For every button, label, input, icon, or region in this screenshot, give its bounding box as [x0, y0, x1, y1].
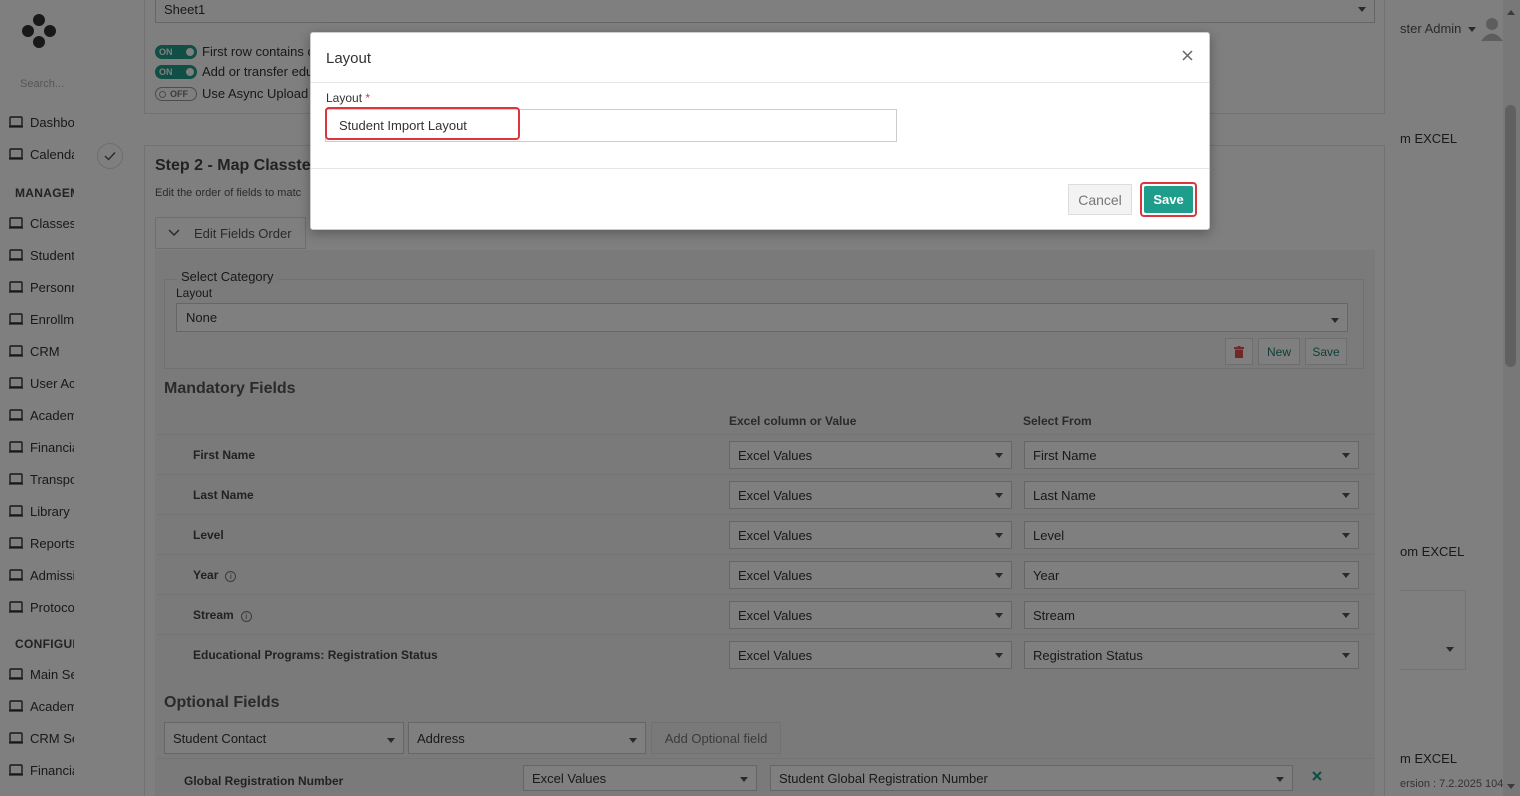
save-button[interactable]: Save: [1144, 186, 1193, 213]
close-icon[interactable]: [1182, 50, 1193, 61]
required-mark: *: [365, 91, 371, 105]
layout-modal: Layout Layout * Student Import Layout Ca…: [310, 32, 1210, 230]
save-button-highlight: Save: [1140, 182, 1197, 217]
layout-name-value[interactable]: Student Import Layout: [339, 118, 467, 133]
modal-field-label: Layout *: [326, 91, 370, 105]
layout-label-text: Layout: [326, 91, 363, 105]
modal-title: Layout: [326, 50, 372, 67]
cancel-button[interactable]: Cancel: [1068, 184, 1132, 215]
modal-footer: Cancel Save: [311, 168, 1209, 230]
modal-header: Layout: [311, 33, 1209, 83]
